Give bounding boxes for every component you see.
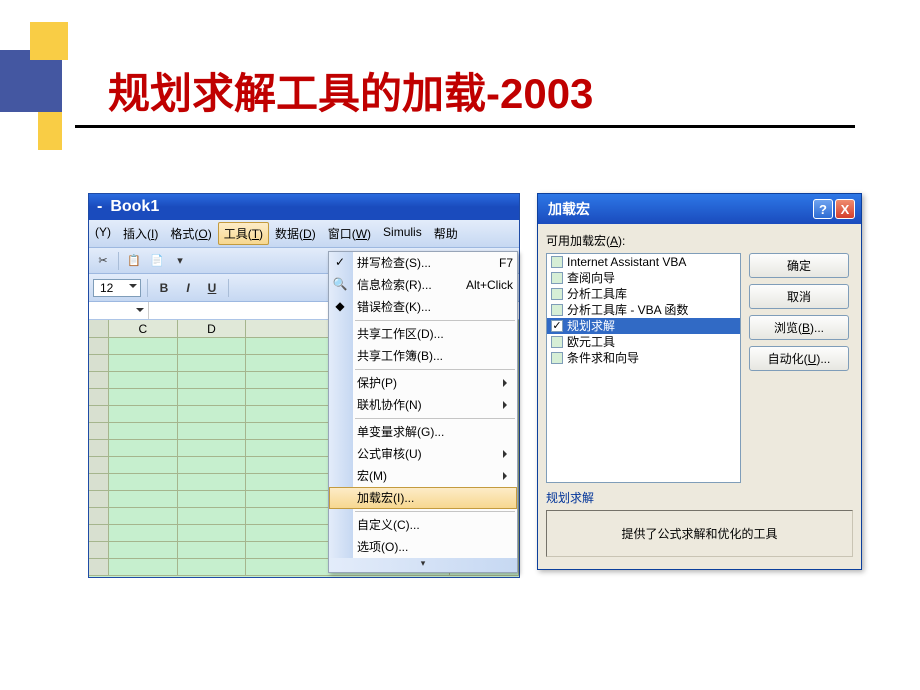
underline-button[interactable]: U — [202, 278, 222, 298]
tools-dropdown-menu: ✓ 拼写检查(S)...F7 🔍 信息检索(R)...Alt+Click ◆ 错… — [328, 251, 518, 573]
col-header-d[interactable]: D — [178, 320, 247, 337]
addin-item-analysis-toolpak[interactable]: 分析工具库 — [547, 286, 740, 302]
research-icon: 🔍 — [332, 276, 348, 292]
menu-simulis[interactable]: Simulis — [377, 222, 428, 245]
checkbox-icon[interactable] — [551, 288, 563, 300]
toolbar-btn[interactable]: ▾ — [170, 251, 190, 271]
menu-shareworkspace[interactable]: 共享工作区(D)... — [329, 323, 517, 345]
excel-titlebar: - Book1 — [89, 194, 519, 220]
menu-research[interactable]: 🔍 信息检索(R)...Alt+Click — [329, 274, 517, 296]
checkbox-icon[interactable] — [551, 336, 563, 348]
addin-item-lookup-wizard[interactable]: 查阅向导 — [547, 270, 740, 286]
automation-button[interactable]: 自动化(U)... — [749, 346, 849, 371]
help-button[interactable]: ? — [813, 199, 833, 219]
menu-data[interactable]: 数据(D) — [269, 222, 322, 245]
menu-shareworkbook[interactable]: 共享工作簿(B)... — [329, 345, 517, 367]
addin-item-internet-assistant[interactable]: Internet Assistant VBA — [547, 254, 740, 270]
ok-button[interactable]: 确定 — [749, 253, 849, 278]
checkbox-icon[interactable] — [551, 256, 563, 268]
addin-item-euro-tool[interactable]: 欧元工具 — [547, 334, 740, 350]
available-addins-label: 可用加载宏(A): — [546, 232, 853, 249]
italic-button[interactable]: I — [178, 278, 198, 298]
menu-y[interactable]: (Y) — [89, 222, 117, 245]
font-size-combo[interactable]: 12 — [93, 279, 141, 297]
toolbar-btn[interactable]: 📋 — [124, 251, 144, 271]
menu-addins[interactable]: 加载宏(I)... — [329, 487, 517, 509]
menu-formulaaudit[interactable]: 公式审核(U) — [329, 443, 517, 465]
dialog-titlebar[interactable]: 加载宏 ? X — [538, 194, 861, 224]
bold-button[interactable]: B — [154, 278, 174, 298]
name-box[interactable] — [89, 302, 149, 319]
selected-addin-name: 规划求解 — [546, 489, 853, 506]
addins-dialog: 加载宏 ? X 可用加载宏(A): Internet Assistant VBA… — [537, 193, 862, 570]
menu-onlinecollab[interactable]: 联机协作(N) — [329, 394, 517, 416]
menu-macro[interactable]: 宏(M) — [329, 465, 517, 487]
addin-item-conditional-sum[interactable]: 条件求和向导 — [547, 350, 740, 366]
menu-protect[interactable]: 保护(P) — [329, 372, 517, 394]
checkbox-icon[interactable] — [551, 272, 563, 284]
addin-description: 提供了公式求解和优化的工具 — [546, 510, 853, 557]
spellcheck-icon: ✓ — [332, 254, 348, 270]
toolbar-btn[interactable]: ✂ — [93, 251, 113, 271]
slide-title: 规划求解工具的加载-2003 — [108, 60, 593, 121]
menu-spellcheck[interactable]: ✓ 拼写检查(S)...F7 — [329, 252, 517, 274]
menu-help[interactable]: 帮助 — [428, 222, 464, 245]
dialog-title: 加载宏 — [548, 199, 590, 219]
cancel-button[interactable]: 取消 — [749, 284, 849, 309]
close-button[interactable]: X — [835, 199, 855, 219]
addin-item-solver[interactable]: ✓规划求解 — [547, 318, 740, 334]
toolbar-btn[interactable]: 📄 — [147, 251, 167, 271]
menu-customize[interactable]: 自定义(C)... — [329, 514, 517, 536]
checkbox-icon[interactable] — [551, 352, 563, 364]
menu-window[interactable]: 窗口(W) — [322, 222, 377, 245]
menubar: (Y) 插入(I) 格式(O) 工具(T) 数据(D) 窗口(W) Simuli… — [89, 220, 519, 248]
menu-insert[interactable]: 插入(I) — [117, 222, 164, 245]
menu-expand[interactable] — [329, 558, 517, 572]
browse-button[interactable]: 浏览(B)... — [749, 315, 849, 340]
checkbox-icon[interactable] — [551, 304, 563, 316]
addins-listbox[interactable]: Internet Assistant VBA 查阅向导 分析工具库 分析工具库 … — [546, 253, 741, 483]
col-header-c[interactable]: C — [109, 320, 178, 337]
menu-goalseek[interactable]: 单变量求解(G)... — [329, 421, 517, 443]
checkbox-icon[interactable]: ✓ — [551, 320, 563, 332]
errorcheck-icon: ◆ — [332, 298, 348, 314]
addin-item-analysis-toolpak-vba[interactable]: 分析工具库 - VBA 函数 — [547, 302, 740, 318]
menu-errorcheck[interactable]: ◆ 错误检查(K)... — [329, 296, 517, 318]
menu-format[interactable]: 格式(O) — [164, 222, 217, 245]
menu-tools[interactable]: 工具(T) — [218, 222, 269, 245]
menu-options[interactable]: 选项(O)... — [329, 536, 517, 558]
